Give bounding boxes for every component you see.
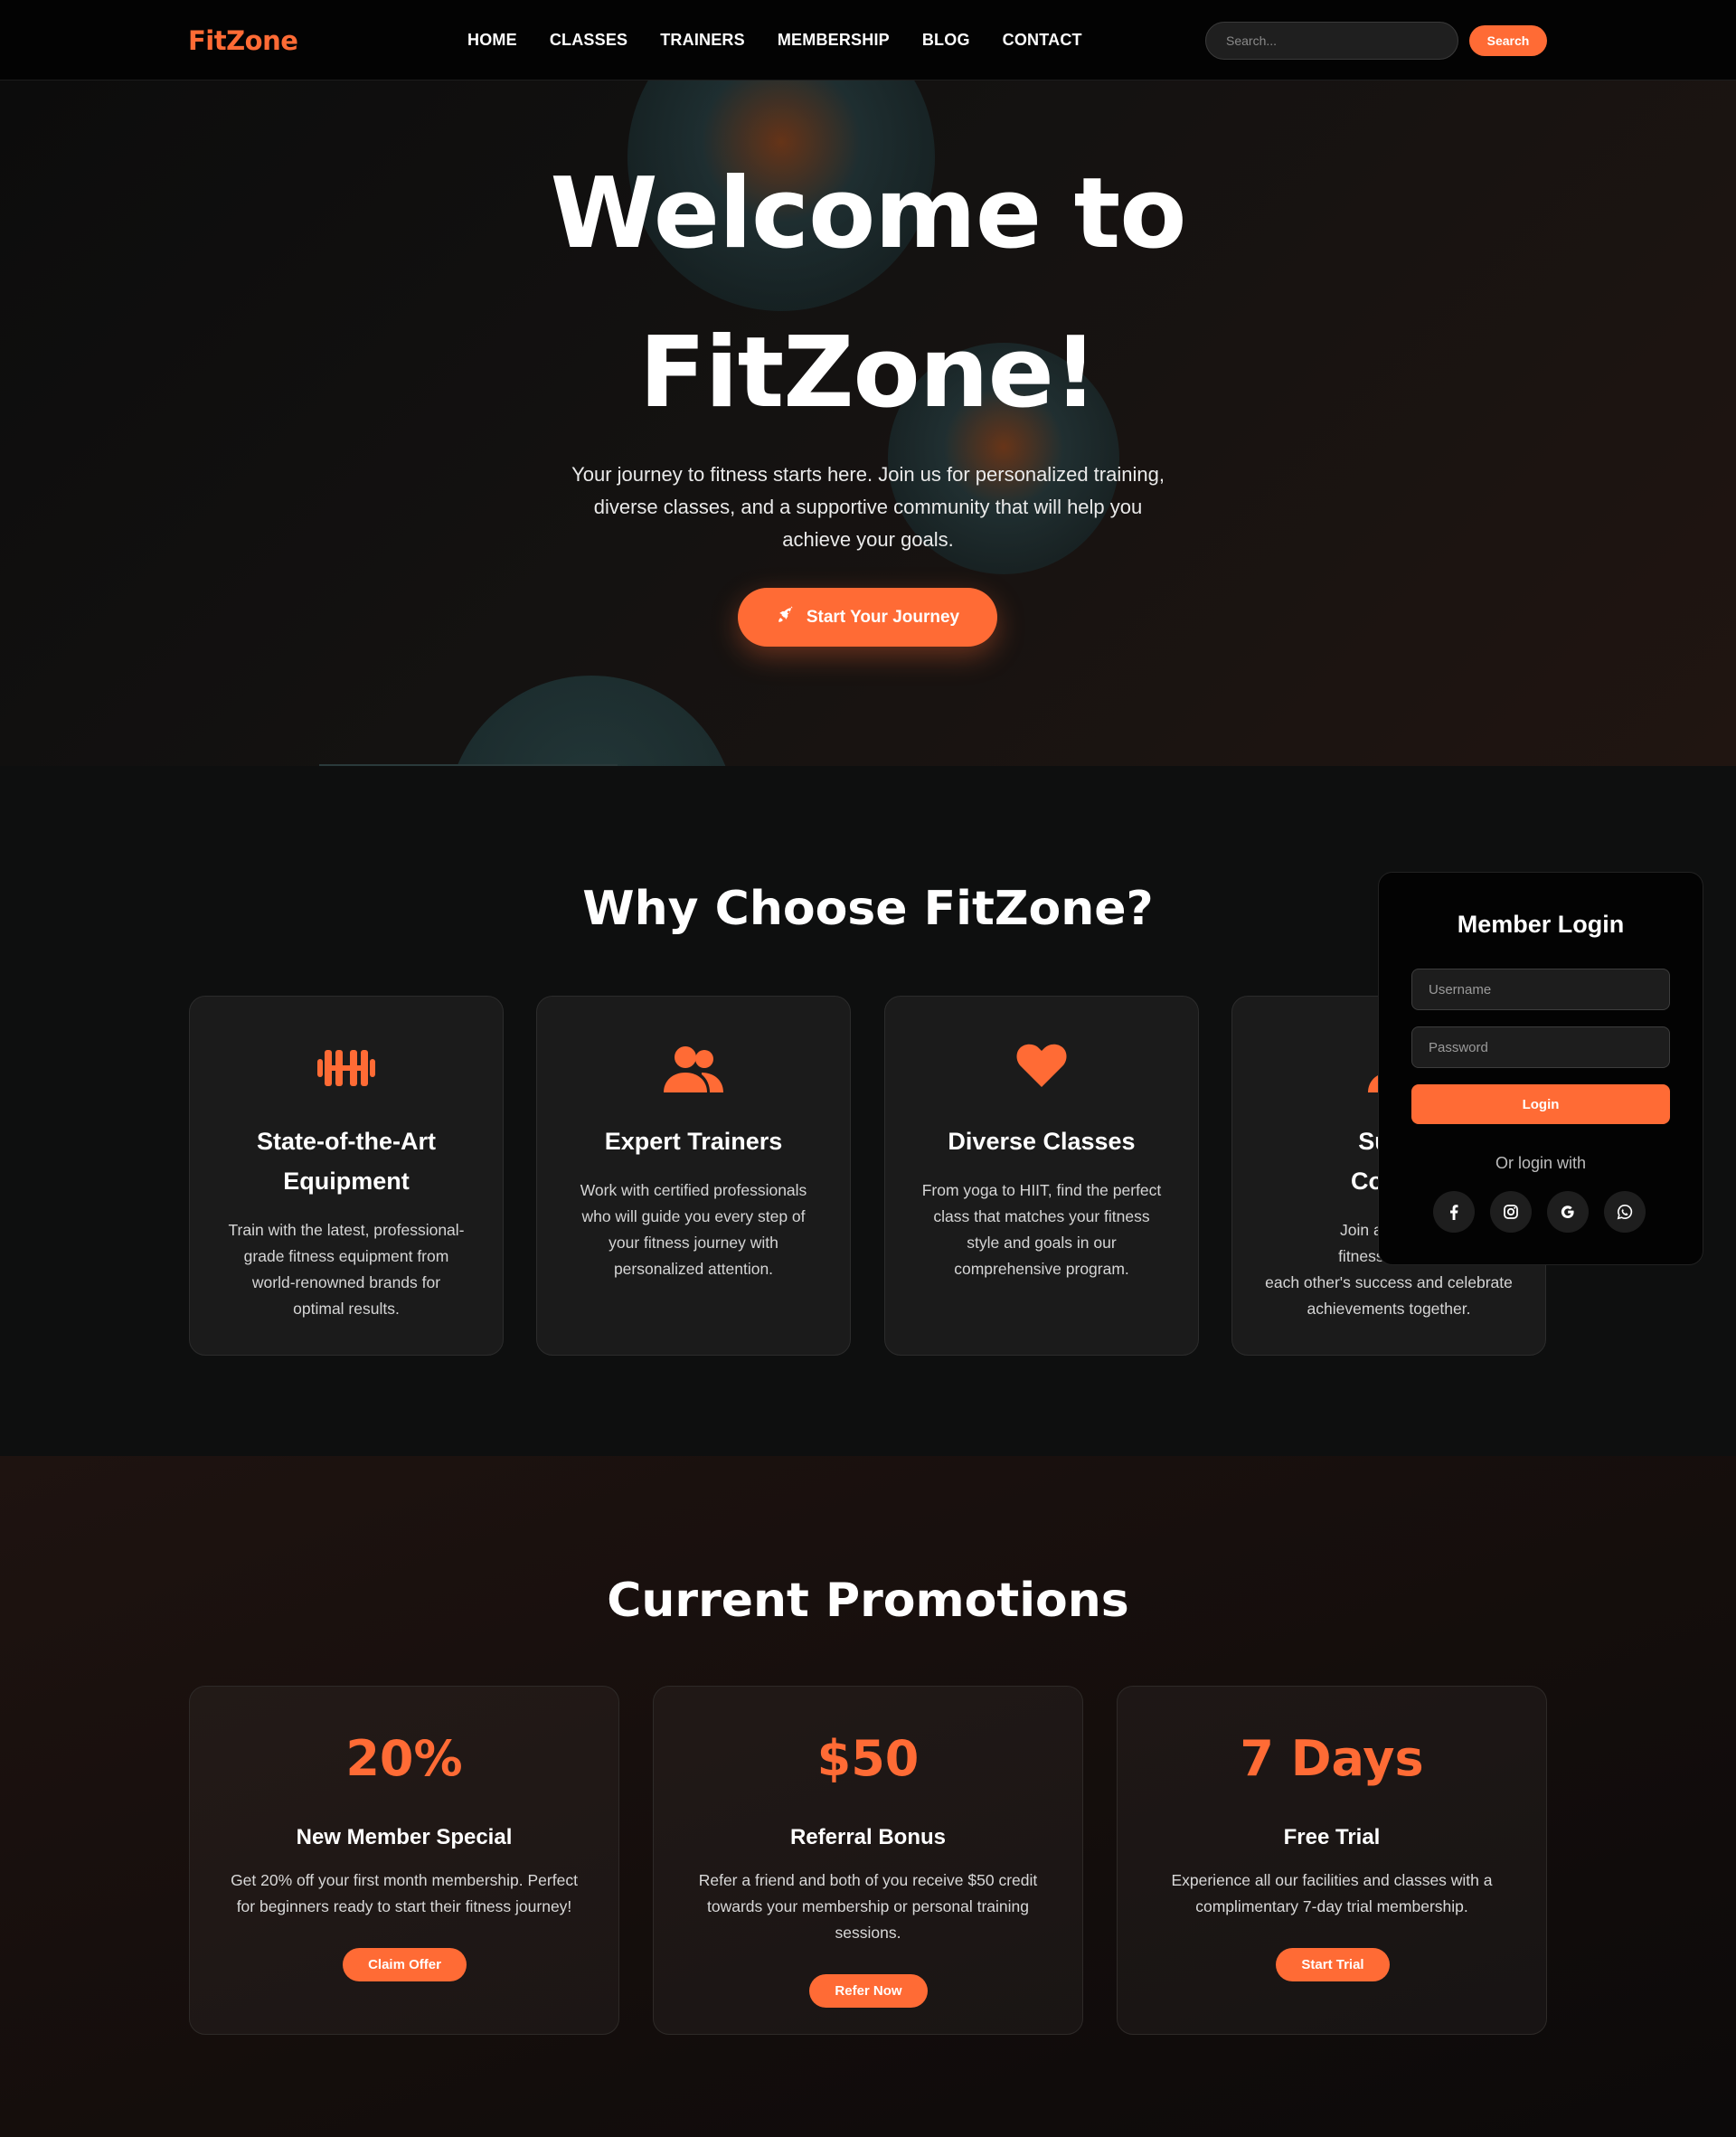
promo-text-line: for beginners ready to start their fitne… — [236, 1897, 572, 1915]
promo-text-line: sessions. — [835, 1924, 901, 1942]
feature-text-line: achievements together. — [1307, 1300, 1471, 1318]
login-title: Member Login — [1457, 911, 1625, 938]
feature-title: Diverse Classes — [903, 1121, 1180, 1161]
feature-text-line: From yoga to HIIT, find the perfect — [921, 1181, 1162, 1199]
navbar: FitZone HOME CLASSES TRAINERS MEMBERSHIP… — [0, 0, 1736, 80]
promo-description: Refer a friend and both of you receive $… — [681, 1868, 1055, 1946]
heart-icon — [885, 1044, 1198, 1098]
feature-card-classes: Diverse Classes From yoga to HIIT, find … — [884, 996, 1199, 1356]
feature-title-line: Diverse Classes — [948, 1128, 1136, 1155]
feature-title-line: Expert Trainers — [604, 1128, 783, 1155]
feature-description: Train with the latest, professional- gra… — [222, 1217, 470, 1322]
whatsapp-icon[interactable] — [1604, 1191, 1646, 1233]
feature-text-line: each other's success and celebrate — [1265, 1273, 1513, 1291]
claim-offer-button[interactable]: Claim Offer — [343, 1948, 467, 1981]
promo-text-line: complimentary 7-day trial membership. — [1195, 1897, 1468, 1915]
feature-card-trainers: Expert Trainers Work with certified prof… — [536, 996, 851, 1356]
member-login-panel: Member Login Login Or login with — [1378, 872, 1703, 1265]
feature-title: Expert Trainers — [555, 1121, 832, 1161]
feature-text-line: grade fitness equipment from — [243, 1247, 449, 1265]
promo-highlight: 7 Days — [1240, 1730, 1424, 1787]
decorative-orb — [447, 676, 736, 766]
refer-now-button[interactable]: Refer Now — [809, 1974, 928, 2008]
feature-card-equipment: State-of-the-Art Equipment Train with th… — [189, 996, 504, 1356]
feature-text-line: optimal results. — [293, 1300, 400, 1318]
hero-subtitle: Your journey to fitness starts here. Joi… — [556, 459, 1180, 556]
hero-section: Welcome to FitZone! Your journey to fitn… — [0, 80, 1736, 766]
start-trial-button[interactable]: Start Trial — [1276, 1948, 1390, 1981]
feature-text-line: style and goals in our — [967, 1234, 1117, 1252]
nav-link-membership[interactable]: MEMBERSHIP — [778, 31, 890, 50]
hero-subtitle-line: diverse classes, and a supportive commun… — [593, 496, 1143, 518]
hero-subtitle-line: achieve your goals. — [782, 528, 954, 551]
facebook-icon[interactable] — [1433, 1191, 1475, 1233]
promo-title: Free Trial — [1283, 1825, 1381, 1849]
nav-link-contact[interactable]: CONTACT — [1003, 31, 1082, 50]
feature-text-line: Work with certified professionals — [580, 1181, 807, 1199]
nav-link-home[interactable]: HOME — [467, 31, 517, 50]
promo-text-line: towards your membership or personal trai… — [707, 1897, 1029, 1915]
promo-highlight: 20% — [345, 1730, 463, 1787]
users-icon — [537, 1044, 850, 1098]
feature-text-line: personalized attention. — [613, 1260, 774, 1278]
feature-text-line: class that matches your fitness — [933, 1207, 1150, 1225]
feature-text-line: your fitness journey with — [609, 1234, 778, 1252]
instagram-icon[interactable] — [1490, 1191, 1532, 1233]
alt-login-label: Or login with — [1495, 1154, 1587, 1172]
search-input[interactable] — [1205, 22, 1458, 60]
feature-text-line: Train with the latest, professional- — [228, 1221, 465, 1239]
start-journey-button[interactable]: Start Your Journey — [738, 588, 997, 647]
feature-description: Work with certified professionals who wi… — [570, 1177, 817, 1282]
feature-description: From yoga to HIIT, find the perfect clas… — [918, 1177, 1165, 1282]
feature-text-line: who will guide you every step of — [581, 1207, 806, 1225]
promo-card-new-member: 20% New Member Special Get 20% off your … — [189, 1686, 619, 2035]
promo-title: New Member Special — [296, 1825, 513, 1849]
promo-highlight: $50 — [816, 1730, 920, 1787]
feature-text-line: world-renowned brands for — [251, 1273, 441, 1291]
hero-title: Welcome to FitZone! — [0, 135, 1736, 453]
start-journey-label: Start Your Journey — [806, 607, 960, 627]
promo-text-line: Get 20% off your first month membership.… — [231, 1871, 578, 1889]
feature-title: State-of-the-Art Equipment — [208, 1121, 485, 1201]
rocket-icon — [776, 605, 796, 630]
password-field[interactable] — [1411, 1026, 1670, 1068]
username-field[interactable] — [1411, 969, 1670, 1010]
hero-title-line: Welcome to — [550, 157, 1187, 270]
nav-link-classes[interactable]: CLASSES — [550, 31, 627, 50]
promo-description: Experience all our facilities and classe… — [1145, 1868, 1519, 1920]
promo-text-line: Experience all our facilities and classe… — [1171, 1871, 1493, 1889]
feature-title-line: Equipment — [283, 1168, 410, 1195]
feature-text-line: comprehensive program. — [954, 1260, 1129, 1278]
search-button[interactable]: Search — [1469, 25, 1547, 56]
social-login-row — [1433, 1191, 1646, 1233]
promotions-section: Current Promotions 20% New Member Specia… — [0, 1456, 1736, 2137]
promo-title: Referral Bonus — [789, 1825, 947, 1849]
dumbbell-icon — [190, 1044, 503, 1098]
hero-title-line: FitZone! — [638, 317, 1098, 430]
site-logo[interactable]: FitZone — [188, 25, 298, 56]
promo-card-referral: $50 Referral Bonus Refer a friend and bo… — [653, 1686, 1083, 2035]
promotions-title: Current Promotions — [607, 1574, 1129, 1628]
promo-description: Get 20% off your first month membership.… — [217, 1868, 591, 1920]
hero-subtitle-line: Your journey to fitness starts here. Joi… — [571, 463, 1165, 486]
nav-link-trainers[interactable]: TRAINERS — [660, 31, 745, 50]
nav-link-blog[interactable]: BLOG — [922, 31, 970, 50]
main-nav: HOME CLASSES TRAINERS MEMBERSHIP BLOG CO… — [467, 31, 1115, 50]
feature-title-line: State-of-the-Art — [257, 1128, 436, 1155]
login-button[interactable]: Login — [1411, 1084, 1670, 1124]
promo-text-line: Refer a friend and both of you receive $… — [698, 1871, 1038, 1889]
promo-card-free-trial: 7 Days Free Trial Experience all our fac… — [1117, 1686, 1547, 2035]
google-icon[interactable] — [1547, 1191, 1589, 1233]
